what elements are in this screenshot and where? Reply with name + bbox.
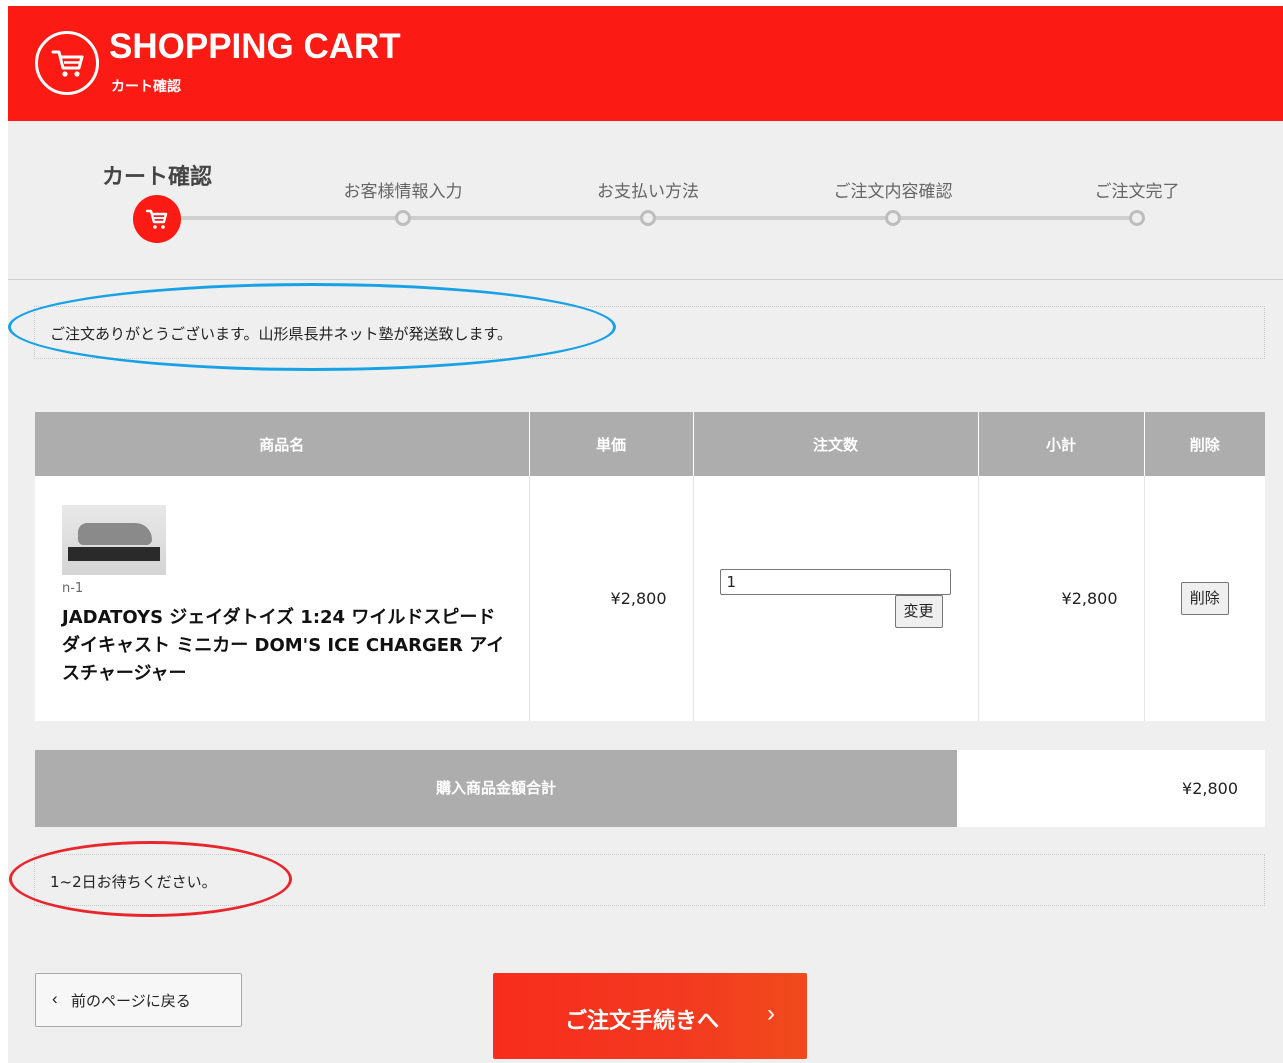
step-label-confirm: ご注文内容確認 <box>833 182 953 202</box>
page-subtitle: カート確認 <box>111 79 181 95</box>
column-header-subtotal: 小計 <box>978 412 1145 476</box>
cart-icon <box>35 31 99 95</box>
total-label: 購入商品金額合計 <box>35 750 957 827</box>
checkout-steps: カート確認 お客様情報入力 お支払い方法 ご注文内容確認 ご注文完了 <box>8 121 1283 279</box>
back-button[interactable]: ‹ 前のページに戻る <box>35 973 242 1027</box>
chevron-right-icon: › <box>767 1000 775 1027</box>
column-header-name: 商品名 <box>35 412 530 476</box>
cart-page: SHOPPING CART カート確認 カート確認 お客様情報入力 お支払い方法… <box>8 6 1283 1063</box>
delete-button[interactable]: 削除 <box>1180 582 1229 615</box>
step-dot-complete <box>1129 210 1145 226</box>
car-model-shape <box>78 523 152 545</box>
step-label-cart: カート確認 <box>101 165 212 190</box>
order-button-label: ご注文手続きへ <box>565 1008 720 1033</box>
column-header-quantity: 注文数 <box>693 412 979 476</box>
page-header: SHOPPING CART カート確認 <box>8 6 1283 121</box>
step-cart-active-icon <box>133 195 181 243</box>
red-annotation-ellipse <box>9 841 292 917</box>
column-header-price: 単価 <box>529 412 694 476</box>
step-dot-confirm <box>885 210 901 226</box>
step-label-payment: お支払い方法 <box>597 182 699 202</box>
blue-annotation-ellipse <box>8 283 616 371</box>
subtotal: ¥2,800 <box>978 476 1145 721</box>
delete-cell: 削除 <box>1144 476 1265 721</box>
product-thumbnail[interactable] <box>62 505 166 575</box>
page-title: SHOPPING CART <box>109 27 401 66</box>
table-header-row: 商品名 単価 注文数 小計 削除 <box>35 412 1265 476</box>
back-button-label: 前のページに戻る <box>71 993 191 1010</box>
step-label-complete: ご注文完了 <box>1094 182 1180 202</box>
product-cell: n-1 JADATOYS ジェイダトイズ 1:24 ワイルドスピード ダイキャス… <box>35 476 530 721</box>
product-name: JADATOYS ジェイダトイズ 1:24 ワイルドスピード ダイキャスト ミニ… <box>62 607 505 684</box>
step-label-customer-info: お客様情報入力 <box>343 182 463 202</box>
table-row: n-1 JADATOYS ジェイダトイズ 1:24 ワイルドスピード ダイキャス… <box>35 476 1265 721</box>
unit-price: ¥2,800 <box>529 476 694 721</box>
column-header-delete: 削除 <box>1144 412 1265 476</box>
total-row: 購入商品金額合計 ¥2,800 <box>35 750 1265 827</box>
display-base-shape <box>68 547 160 561</box>
change-quantity-button[interactable]: 変更 <box>894 595 943 628</box>
product-code: n-1 <box>62 581 84 596</box>
cart-table: 商品名 単価 注文数 小計 削除 n-1 JADATOYS ジェイダトイズ 1:… <box>35 412 1265 721</box>
chevron-left-icon: ‹ <box>52 989 58 1008</box>
section-divider <box>8 279 1283 280</box>
proceed-to-order-button[interactable]: ご注文手続きへ › <box>493 973 807 1059</box>
quantity-cell: 1 変更 <box>693 476 979 721</box>
total-value: ¥2,800 <box>957 750 1265 827</box>
step-dot-customer-info <box>395 210 411 226</box>
quantity-input[interactable]: 1 <box>719 569 951 595</box>
step-dot-payment <box>640 210 656 226</box>
